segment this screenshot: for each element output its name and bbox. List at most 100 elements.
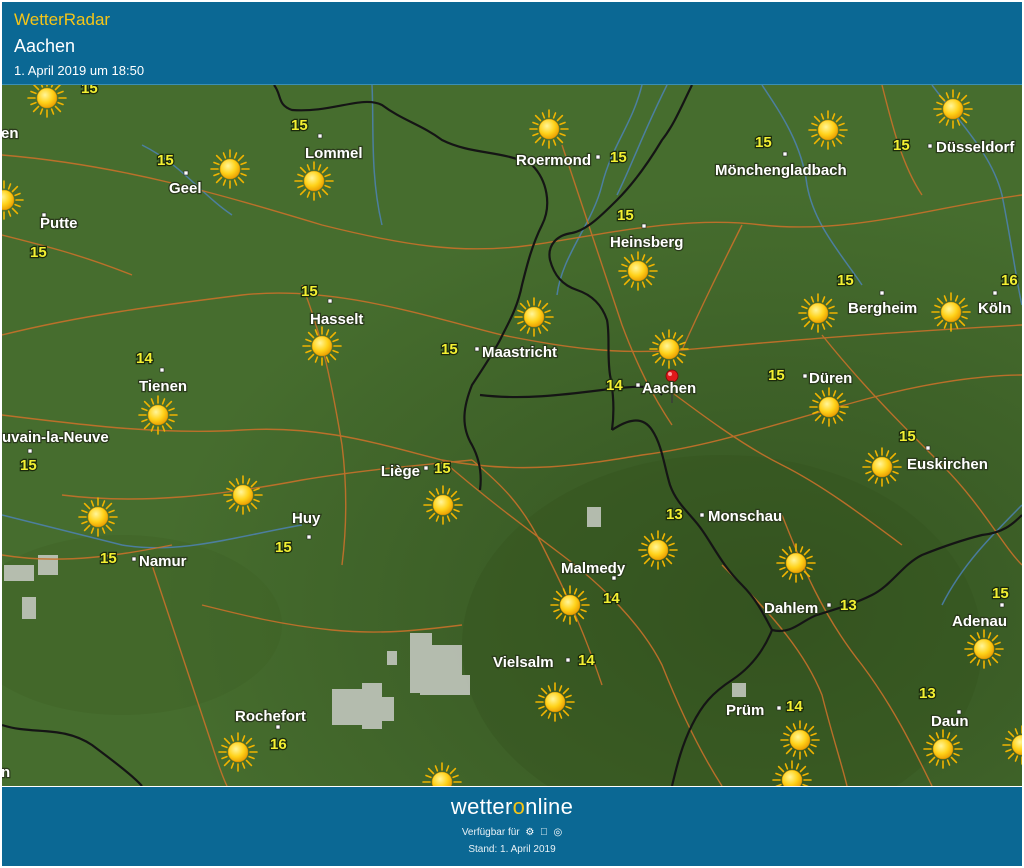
sun-icon: [933, 89, 973, 129]
temperature-label: 15: [768, 367, 785, 384]
city-name: Heinsberg: [610, 234, 683, 251]
sun-icon: [638, 530, 678, 570]
temperature-label: 15: [837, 272, 854, 289]
city-name: Bergheim: [848, 300, 917, 317]
brand-accent: o: [512, 794, 526, 819]
city-name: Hasselt: [310, 311, 363, 328]
city-name: Adenau: [952, 613, 1007, 630]
temperature-label: 15: [899, 428, 916, 445]
city-marker: [802, 373, 808, 379]
temperature-label: 15: [441, 341, 458, 358]
city-name: Aachen: [642, 380, 696, 397]
city-marker: [992, 290, 998, 296]
city-marker: [826, 602, 832, 608]
city-marker: [879, 290, 885, 296]
city-marker: [423, 465, 429, 471]
temperature-label: 15: [157, 152, 174, 169]
weather-map[interactable]: Lommel 15 Geel 15 Putte 15 Hasselt 15 Tienen 14 uv…: [2, 85, 1022, 786]
city-marker: [183, 170, 189, 176]
city-vielsalm[interactable]: Vielsalm 14: [492, 651, 597, 673]
city-marker: [782, 151, 788, 157]
data-timestamp: Stand: 1. April 2019: [468, 844, 556, 855]
temperature-label: 15: [434, 460, 451, 477]
city-marker: [474, 346, 480, 352]
temperature-label: 16: [270, 736, 287, 753]
city-name: Maastricht: [482, 344, 557, 361]
brand-part: nline: [525, 794, 574, 819]
city-name: Prüm: [726, 702, 764, 719]
city-marker: [999, 602, 1005, 608]
city-marker: [327, 298, 333, 304]
sun-icon: [808, 110, 848, 150]
city-marker: [306, 534, 312, 540]
sun-icon: [649, 329, 689, 369]
city-name: Geel: [169, 180, 202, 197]
temperature-label: 15: [291, 117, 308, 134]
timestamp: 1. April 2019 um 18:50: [14, 63, 145, 78]
city-marker: [927, 143, 933, 149]
edge-label: en: [2, 125, 19, 142]
city-name: Vielsalm: [493, 654, 554, 671]
sun-icon: [618, 251, 658, 291]
city-name: Malmedy: [561, 560, 626, 577]
sun-icon: [514, 297, 554, 337]
footer-bar: wetteronline Verfügbar für ⚙  ◎ Stand: …: [2, 787, 1022, 866]
temperature-label: 14: [136, 350, 153, 367]
temperature-label: 15: [992, 585, 1009, 602]
location-name: Aachen: [14, 36, 76, 56]
sun-icon: [798, 293, 838, 333]
city-name: Putte: [40, 215, 78, 232]
city-name: Tienen: [139, 378, 187, 395]
temperature-label: 14: [786, 698, 803, 715]
city-name: Düsseldorf: [936, 139, 1015, 156]
sun-icon: [780, 720, 820, 760]
sun-icon: [423, 485, 463, 525]
brand-logo[interactable]: wetteronline: [2, 794, 1022, 820]
web-icon[interactable]: ◎: [553, 827, 562, 838]
city-marker: [925, 445, 931, 451]
temperature-label: 14: [578, 652, 595, 669]
sun-icon: [809, 387, 849, 427]
city-marker: [635, 382, 641, 388]
brand-part: wetter: [450, 794, 513, 819]
temperature-label: 14: [606, 377, 623, 394]
temperature-label: 15: [275, 539, 292, 556]
temperature-label: 15: [301, 283, 318, 300]
city-marker: [159, 367, 165, 373]
android-icon[interactable]: ⚙: [525, 827, 534, 838]
availability-line: Verfügbar für ⚙  ◎: [2, 827, 1022, 838]
city-name: Dahlem: [764, 600, 818, 617]
temperature-label: 13: [666, 506, 683, 523]
city-marker: [27, 448, 33, 454]
city-name: Mönchengladbach: [715, 162, 847, 179]
temperature-label: 15: [100, 550, 117, 567]
temperature-label: 13: [840, 597, 857, 614]
temperature-label: 15: [617, 207, 634, 224]
sun-icon: [210, 149, 250, 189]
city-name: Huy: [292, 510, 321, 527]
city-marker: [641, 223, 647, 229]
city-name: Monschau: [708, 508, 782, 525]
temperature-label: 16: [1001, 272, 1018, 289]
sun-icon: [550, 585, 590, 625]
header-bar: WetterRadar Aachen 1. April 2019 um 18:5…: [2, 2, 1022, 85]
temperature-label: 15: [755, 134, 772, 151]
city-name: Liège: [381, 463, 420, 480]
temperature-label: 15: [20, 457, 37, 474]
city-name: Roermond: [516, 152, 591, 169]
edge-label: n: [2, 764, 10, 781]
temperature-label: 15: [610, 149, 627, 166]
city-name: Lommel: [305, 145, 363, 162]
city-marker: [595, 154, 601, 160]
sun-icon: [218, 732, 258, 772]
map-canvas[interactable]: Lommel 15 Geel 15 Putte 15 Hasselt 15 Tienen 14 uv…: [2, 85, 1022, 786]
city-name: Euskirchen: [907, 456, 988, 473]
sun-icon: [862, 447, 902, 487]
sun-icon: [529, 109, 569, 149]
sun-icon: [294, 161, 334, 201]
sun-icon: [138, 395, 178, 435]
city-marker: [776, 705, 782, 711]
city-marker: [275, 724, 281, 730]
apple-icon[interactable]: : [540, 827, 548, 838]
availability-text: Verfügbar für: [461, 827, 520, 838]
